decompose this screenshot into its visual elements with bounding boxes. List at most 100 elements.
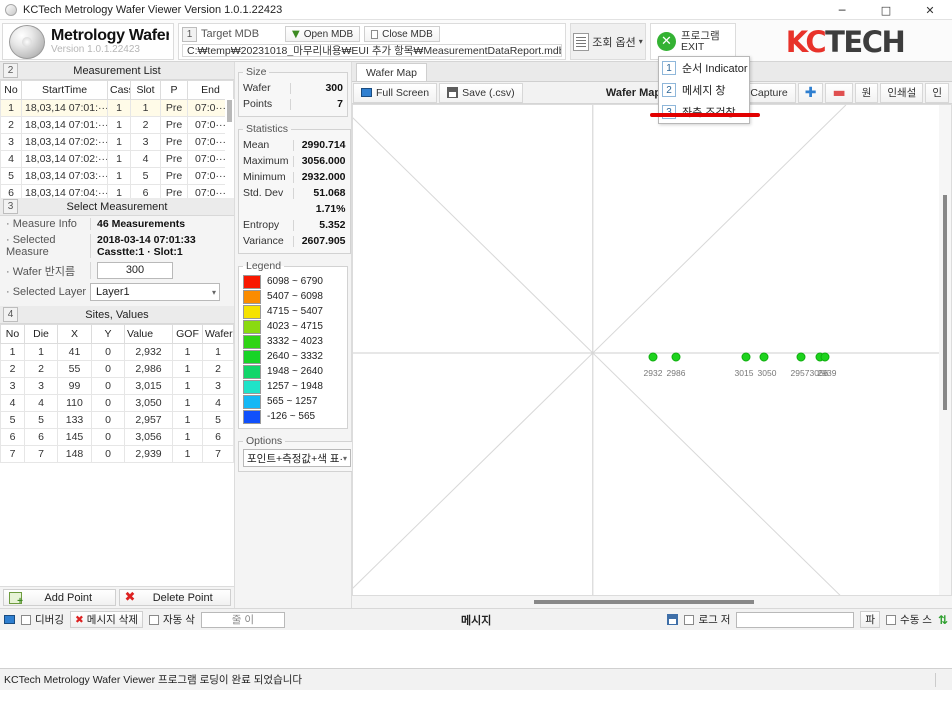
- table-row[interactable]: 3 3 99 0 3,015 1 3: [0, 377, 234, 395]
- stat-value-entropy: 5.352: [319, 219, 346, 231]
- capture-button[interactable]: Capture: [742, 82, 796, 103]
- query-options-button[interactable]: 조회 옵션 ▾: [570, 23, 646, 60]
- manual-scroll-checkbox-box[interactable]: [886, 614, 897, 625]
- wafer-radius-input[interactable]: 300: [97, 262, 173, 279]
- delete-icon: ✖: [74, 613, 84, 626]
- cell-die: 1: [24, 343, 58, 361]
- add-point-button[interactable]: Add Point: [3, 589, 116, 607]
- table-row[interactable]: 4 4 110 0 3,050 1 4: [0, 394, 234, 412]
- col-no[interactable]: No: [0, 80, 22, 100]
- menu-item-message-window[interactable]: 2 메세지 창: [659, 79, 749, 101]
- delete-point-button[interactable]: ✖ Delete Point: [118, 589, 231, 606]
- line-count-input[interactable]: 줄 이: [200, 611, 285, 628]
- cell-gof: 1: [172, 377, 203, 395]
- col-gof[interactable]: GOF: [172, 324, 203, 344]
- table-row[interactable]: 6 6 145 0 3,056 1 6: [0, 428, 234, 446]
- cell-cass: 1: [107, 116, 131, 134]
- measurement-list-scrollbar[interactable]: [225, 99, 234, 198]
- log-path-input[interactable]: [736, 611, 855, 628]
- cell-waferzone: 3: [202, 377, 234, 395]
- debug-label: 디버깅: [35, 614, 64, 626]
- wafer-point[interactable]: [741, 352, 751, 362]
- wafer-point[interactable]: [796, 352, 806, 362]
- full-screen-button[interactable]: Full Screen: [353, 82, 438, 103]
- table-row[interactable]: 1 18,03,14 07:01:··· 1 1 Pre 07:0···: [0, 99, 234, 117]
- col-die[interactable]: Die: [24, 324, 58, 344]
- col-value[interactable]: Value: [124, 324, 173, 344]
- col-cass[interactable]: Cass: [107, 80, 131, 100]
- print-button[interactable]: 인: [925, 82, 949, 103]
- log-save-checkbox[interactable]: 로그 저: [684, 612, 730, 627]
- scroll-updown-icon[interactable]: ⇅: [938, 614, 948, 626]
- maximize-button[interactable]: □: [864, 0, 908, 20]
- debug-icon: [4, 615, 15, 624]
- close-icon: ✕: [657, 32, 676, 51]
- wafer-point[interactable]: [759, 352, 769, 362]
- file-button[interactable]: 파: [860, 611, 881, 628]
- save-csv-button[interactable]: Save (.csv): [439, 82, 523, 103]
- window-titlebar: KCTech Metrology Wafer Viewer Version 1.…: [0, 0, 952, 20]
- tab-wafer-map[interactable]: Wafer Map: [356, 63, 427, 81]
- wafer-map-vscrollbar[interactable]: [939, 105, 951, 595]
- table-row[interactable]: 1 1 41 0 2,932 1 1: [0, 343, 234, 361]
- minimize-button[interactable]: ─: [820, 0, 864, 20]
- sites-values-table-wrap[interactable]: No Die X Y Value GOF WaferZone 1 1 41 0 …: [0, 324, 234, 586]
- log-save-checkbox-box[interactable]: [684, 614, 695, 625]
- legend-label: 6098 ~ 6790: [267, 276, 323, 287]
- table-row[interactable]: 4 18,03,14 07:02:··· 1 4 Pre 07:0···: [0, 150, 234, 168]
- cell-p: Pre: [160, 184, 188, 198]
- window-controls: ─ □ ✕: [820, 0, 952, 20]
- stat-row-maximum: Maximum 3056.000: [243, 153, 346, 169]
- auto-delete-checkbox[interactable]: 자동 삭: [149, 612, 195, 627]
- plus-icon: ✚: [804, 84, 817, 101]
- selected-layer-select[interactable]: Layer1 ▾: [90, 283, 220, 301]
- message-delete-label: 메시지 삭제: [86, 614, 139, 626]
- list-document-icon: [573, 32, 590, 51]
- close-mdb-button[interactable]: Close MDB: [364, 26, 440, 42]
- table-row[interactable]: 7 7 148 0 2,939 1 7: [0, 445, 234, 463]
- col-y[interactable]: Y: [91, 324, 125, 344]
- col-starttime[interactable]: StartTime: [21, 80, 108, 100]
- cell-cass: 1: [107, 167, 131, 185]
- open-mdb-button[interactable]: ▼ Open MDB: [285, 26, 361, 42]
- wafer-disc-icon: [9, 24, 45, 59]
- circle-view-button[interactable]: 원: [854, 82, 879, 103]
- debug-checkbox[interactable]: 디버깅: [21, 612, 64, 627]
- close-button[interactable]: ✕: [908, 0, 952, 20]
- wafer-point[interactable]: [671, 352, 681, 362]
- wafer-map-hscrollbar[interactable]: [352, 596, 952, 608]
- manual-scroll-checkbox[interactable]: 수동 스: [886, 612, 932, 627]
- menu-item-left-condition-window[interactable]: 3 좌측 조건창: [659, 101, 749, 123]
- col-no[interactable]: No: [0, 324, 25, 344]
- cell-no: 2: [0, 116, 22, 134]
- zoom-in-button[interactable]: ✚: [797, 82, 824, 103]
- col-x[interactable]: X: [57, 324, 92, 344]
- options-panel: Options 포인트+측정값+색 표· ▾: [238, 435, 356, 472]
- table-row[interactable]: 2 18,03,14 07:01:··· 1 2 Pre 07:0···: [0, 116, 234, 134]
- col-slot[interactable]: Slot: [130, 80, 161, 100]
- table-row[interactable]: 5 5 133 0 2,957 1 5: [0, 411, 234, 429]
- menu-item-order-indicator[interactable]: 1 순서 Indicator: [659, 57, 749, 79]
- print-setup-button[interactable]: 인쇄설: [880, 82, 924, 103]
- cell-no: 6: [0, 428, 25, 446]
- col-p[interactable]: P: [160, 80, 188, 100]
- display-options-select[interactable]: 포인트+측정값+색 표· ▾: [243, 449, 351, 467]
- brand-tech: TECH: [825, 24, 906, 59]
- measurement-list-table-wrap[interactable]: No StartTime Cass Slot P End 1 18,03,14 …: [0, 80, 234, 198]
- wafer-point[interactable]: [648, 352, 658, 362]
- zoom-out-button[interactable]: ▬: [825, 82, 853, 103]
- auto-delete-checkbox-box[interactable]: [149, 614, 160, 625]
- col-waferzone[interactable]: WaferZone: [202, 324, 234, 344]
- table-row[interactable]: 5 18,03,14 07:03:··· 1 5 Pre 07:0···: [0, 167, 234, 185]
- program-exit-button[interactable]: ✕ 프로그램 EXIT: [650, 23, 736, 60]
- message-delete-button[interactable]: ✖ 메시지 삭제: [69, 611, 144, 628]
- table-row[interactable]: 2 2 55 0 2,986 1 2: [0, 360, 234, 378]
- table-row[interactable]: 3 18,03,14 07:02:··· 1 3 Pre 07:0···: [0, 133, 234, 151]
- debug-checkbox-box[interactable]: [21, 614, 31, 625]
- wafer-radius-row: · Wafer 반지름 300: [0, 260, 234, 281]
- table-row[interactable]: 6 18,03,14 07:04:··· 1 6 Pre 07:0···: [0, 184, 234, 198]
- col-end[interactable]: End: [187, 80, 234, 100]
- mdb-path-field[interactable]: C:₩temp₩20231018_마무리내용₩EUI 추가 항목₩Measure…: [182, 44, 562, 57]
- wafer-point[interactable]: [820, 352, 830, 362]
- wafer-map-canvas[interactable]: 2932 2986 3015 3050 2957 3056 2939: [352, 104, 952, 596]
